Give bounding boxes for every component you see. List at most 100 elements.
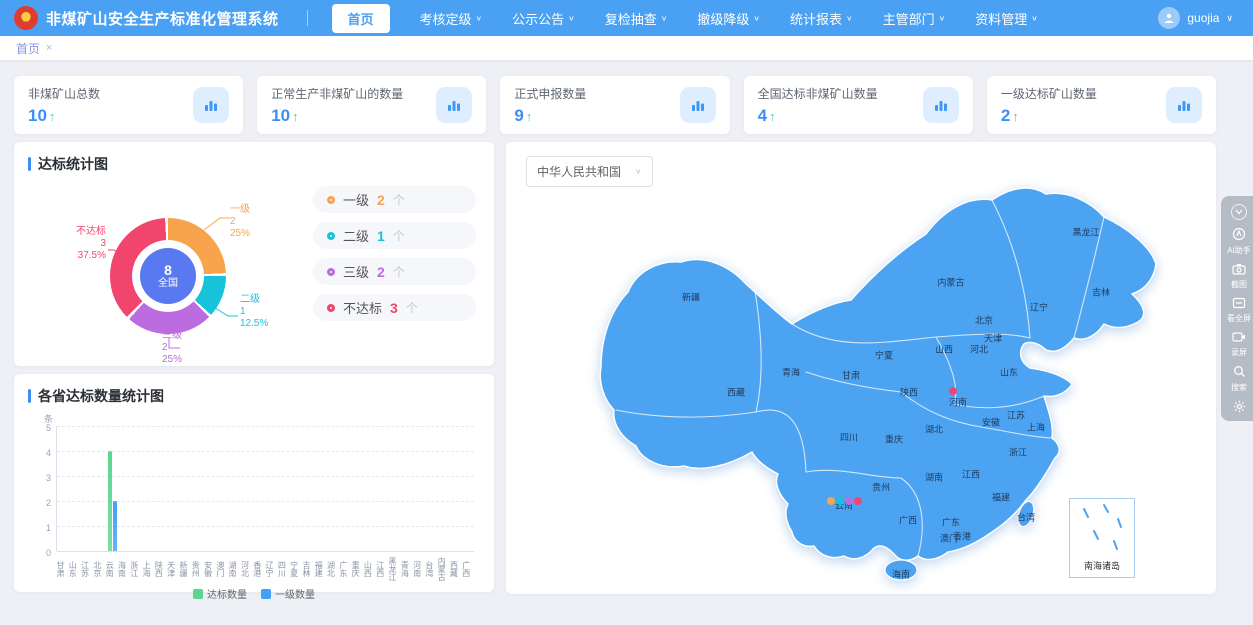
tool-record[interactable]: 录屏	[1231, 331, 1247, 358]
tool-gear[interactable]	[1233, 400, 1246, 415]
tool-search[interactable]: 搜索	[1231, 365, 1247, 393]
province-label-河北[interactable]: 河北	[970, 343, 988, 356]
bar-slot-台湾[interactable]	[425, 426, 437, 551]
bar-slot-内蒙古[interactable]	[437, 426, 449, 551]
bar-slot-山西[interactable]	[364, 426, 376, 551]
region-select[interactable]: 中华人民共和国 ∨	[526, 156, 653, 187]
bar-slot-新疆[interactable]	[180, 426, 192, 551]
province-label-西藏[interactable]: 西藏	[727, 386, 745, 399]
bar-slot-黑龙江[interactable]	[388, 426, 400, 551]
province-label-甘肃[interactable]: 甘肃	[842, 369, 860, 382]
bar-slot-海南[interactable]	[118, 426, 130, 551]
bar-slot-河北[interactable]	[241, 426, 253, 551]
bar-slot-湖北[interactable]	[327, 426, 339, 551]
province-label-海南[interactable]: 海南	[892, 568, 910, 581]
bar-slot-吉林[interactable]	[302, 426, 314, 551]
bar-slot-天津[interactable]	[167, 426, 179, 551]
province-label-重庆[interactable]: 重庆	[885, 433, 903, 446]
bar-chart-legend[interactable]: 达标数量一级数量	[28, 586, 480, 601]
province-label-广西[interactable]: 广西	[899, 514, 917, 527]
bar-slot-贵州[interactable]	[192, 426, 204, 551]
map-marker-dot-4[interactable]	[854, 497, 862, 505]
province-label-河南[interactable]: 河南	[949, 396, 967, 409]
bar-达标数量[interactable]	[108, 451, 112, 551]
nav-item-7[interactable]: 资料管理∨	[975, 9, 1038, 28]
province-label-台湾[interactable]: 台湾	[1017, 511, 1035, 524]
tool-screenshot[interactable]: 截图	[1231, 263, 1247, 290]
province-label-四川[interactable]: 四川	[840, 431, 858, 444]
legend-entry-一级数量[interactable]: 一级数量	[261, 586, 315, 601]
province-label-江西[interactable]: 江西	[962, 468, 980, 481]
bar-slot-安徽[interactable]	[204, 426, 216, 551]
nav-item-1[interactable]: 考核定级∨	[420, 9, 483, 28]
province-label-浙江[interactable]: 浙江	[1009, 446, 1027, 459]
nav-item-3[interactable]: 复检抽查∨	[605, 9, 668, 28]
donut-chart[interactable]: 8 全国 一级225% 二级112.5% 三级225%	[28, 178, 313, 364]
province-label-山东[interactable]: 山东	[1000, 366, 1018, 379]
legend-item-3[interactable]: 不达标 3 个	[313, 294, 476, 321]
province-label-辽宁[interactable]: 辽宁	[1030, 301, 1048, 314]
province-label-澳门[interactable]: 澳门	[940, 532, 958, 545]
bar-slot-甘肃[interactable]	[57, 426, 69, 551]
map-marker-dot-2[interactable]	[836, 497, 844, 505]
donut-ring[interactable]: 8 全国	[110, 218, 226, 334]
breadcrumb-tab-home[interactable]: 首页 ×	[16, 40, 52, 57]
provinces-bar-chart[interactable]: 条 0 1 2 3 4 5 甘肃山东江苏北京云南海南浙江上海陕西天津新疆贵州安徽…	[28, 414, 480, 584]
user-menu[interactable]: guojia ∨	[1158, 7, 1233, 29]
nav-item-2[interactable]: 公示公告∨	[512, 9, 575, 28]
bar-slot-浙江[interactable]	[131, 426, 143, 551]
province-label-广东[interactable]: 广东	[942, 516, 960, 529]
bar-slot-广东[interactable]	[339, 426, 351, 551]
province-label-内蒙古[interactable]: 内蒙古	[937, 276, 964, 289]
nav-item-0[interactable]: 首页	[332, 4, 390, 33]
nav-item-5[interactable]: 统计报表∨	[790, 9, 853, 28]
bar-slot-辽宁[interactable]	[266, 426, 278, 551]
bar-slot-宁夏[interactable]	[290, 426, 302, 551]
province-label-湖北[interactable]: 湖北	[925, 423, 943, 436]
nav-item-4[interactable]: 撤级降级∨	[697, 9, 760, 28]
bar-slot-江苏[interactable]	[82, 426, 94, 551]
bar-slot-北京[interactable]	[94, 426, 106, 551]
bar-slot-福建[interactable]	[315, 426, 327, 551]
province-label-北京[interactable]: 北京	[975, 314, 993, 327]
province-label-新疆[interactable]: 新疆	[682, 291, 700, 304]
bar-slot-青海[interactable]	[400, 426, 412, 551]
province-label-贵州[interactable]: 贵州	[872, 481, 890, 494]
close-icon[interactable]: ×	[46, 42, 52, 54]
map-marker-dot-0[interactable]	[949, 387, 957, 395]
bar-slot-云南[interactable]	[106, 426, 118, 551]
bar-slot-河南[interactable]	[413, 426, 425, 551]
province-label-山西[interactable]: 山西	[935, 343, 953, 356]
province-label-湖南[interactable]: 湖南	[925, 471, 943, 484]
bar-slot-重庆[interactable]	[351, 426, 363, 551]
province-label-安徽[interactable]: 安徽	[982, 416, 1000, 429]
bar-slot-山东[interactable]	[69, 426, 81, 551]
bar-slot-西藏[interactable]	[450, 426, 462, 551]
legend-item-1[interactable]: 二级 1 个	[313, 222, 476, 249]
legend-entry-达标数量[interactable]: 达标数量	[193, 586, 247, 601]
province-label-青海[interactable]: 青海	[782, 366, 800, 379]
tool-fullscreen[interactable]: 看全屏	[1227, 297, 1251, 324]
province-label-陕西[interactable]: 陕西	[900, 386, 918, 399]
bar-slot-湖南[interactable]	[229, 426, 241, 551]
bar-slot-陕西[interactable]	[155, 426, 167, 551]
bar-slot-广西[interactable]	[462, 426, 474, 551]
province-label-吉林[interactable]: 吉林	[1092, 286, 1110, 299]
legend-item-0[interactable]: 一级 2 个	[313, 186, 476, 213]
province-label-江苏[interactable]: 江苏	[1007, 409, 1025, 422]
map-marker-dot-1[interactable]	[827, 497, 835, 505]
bar-slot-四川[interactable]	[278, 426, 290, 551]
bar-slot-上海[interactable]	[143, 426, 155, 551]
province-label-上海[interactable]: 上海	[1027, 421, 1045, 434]
bar-slot-香港[interactable]	[253, 426, 265, 551]
province-label-福建[interactable]: 福建	[992, 491, 1010, 504]
province-label-黑龙江[interactable]: 黑龙江	[1072, 226, 1099, 239]
tool-chevron-down[interactable]	[1231, 204, 1247, 220]
bar-slot-江西[interactable]	[376, 426, 388, 551]
bar-一级数量[interactable]	[113, 501, 117, 551]
nav-item-6[interactable]: 主管部门∨	[883, 9, 946, 28]
province-label-宁夏[interactable]: 宁夏	[875, 349, 893, 362]
tool-ai-assistant[interactable]: AI助手	[1227, 227, 1251, 256]
legend-item-2[interactable]: 三级 2 个	[313, 258, 476, 285]
map-marker-dot-3[interactable]	[845, 497, 853, 505]
